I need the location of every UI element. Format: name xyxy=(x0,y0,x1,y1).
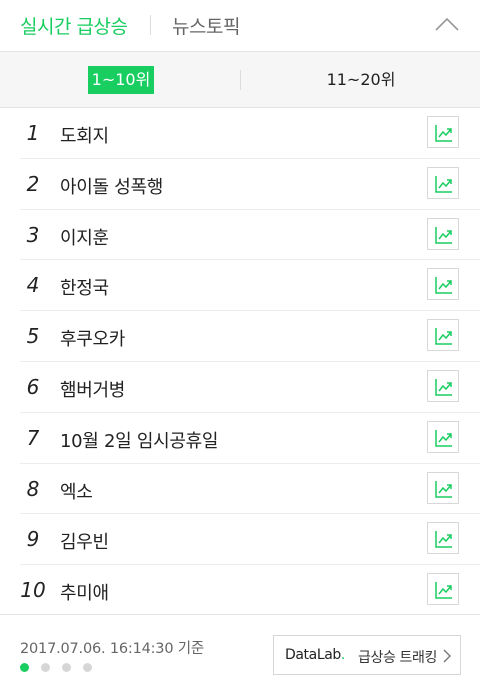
tab-realtime-rising[interactable]: 실시간 급상승 xyxy=(20,12,128,39)
rank-keyword[interactable]: 도회지 xyxy=(60,122,109,148)
trend-chart-icon xyxy=(435,531,452,549)
rank-row[interactable]: 10 추미애 xyxy=(20,565,480,616)
tab-rank-1-10[interactable]: 1~10위 xyxy=(88,66,154,94)
chevron-right-icon xyxy=(443,649,451,663)
tab-rank-11-20[interactable]: 11~20위 xyxy=(318,66,404,94)
rank-row[interactable]: 6 햄버거병 xyxy=(20,362,480,413)
rank-keyword[interactable]: 추미애 xyxy=(60,579,109,605)
rank-number: 3 xyxy=(26,222,40,247)
trend-chart-icon xyxy=(435,175,452,193)
trend-chart-icon xyxy=(435,226,452,244)
collapse-button[interactable] xyxy=(430,10,464,40)
rank-keyword[interactable]: 한정국 xyxy=(60,274,109,300)
tab-news-topic[interactable]: 뉴스토픽 xyxy=(172,12,240,39)
rank-row[interactable]: 5 후쿠오카 xyxy=(20,311,480,362)
trend-chart-icon xyxy=(435,277,452,295)
rank-list: 1 도회지 2 아이돌 성폭행 3 이지훈 4 한정국 5 후쿠오카 6 햄버거병 7 10월 2일 임시… xyxy=(20,108,480,616)
trend-chart-icon xyxy=(435,480,452,498)
trend-chart-button[interactable] xyxy=(427,471,459,504)
datalab-label: 급상승 트래킹 xyxy=(358,650,437,666)
trend-chart-icon xyxy=(435,582,452,599)
pagination-dot[interactable] xyxy=(20,663,29,672)
rank-number: 7 xyxy=(26,425,40,450)
rank-row[interactable]: 2 아이돌 성폭행 xyxy=(20,159,480,210)
trend-chart-button[interactable] xyxy=(427,217,459,250)
trend-chart-icon xyxy=(435,378,452,396)
rank-keyword[interactable]: 후쿠오카 xyxy=(60,325,125,351)
pagination-dot[interactable] xyxy=(83,663,92,672)
trend-chart-button[interactable] xyxy=(427,420,459,453)
update-timestamp: 2017.07.06. 16:14:30 기준 xyxy=(20,641,205,657)
rank-row[interactable]: 9 김우빈 xyxy=(20,514,480,566)
rank-number: 1 xyxy=(26,121,40,145)
rank-number: 8 xyxy=(26,476,40,501)
rank-number: 5 xyxy=(26,324,40,349)
rank-keyword[interactable]: 이지훈 xyxy=(60,224,109,250)
tab-divider xyxy=(150,15,151,35)
chevron-up-icon xyxy=(435,17,459,31)
rank-row[interactable]: 8 엑소 xyxy=(20,464,480,515)
rank-number: 10 xyxy=(20,578,46,603)
trend-chart-button[interactable] xyxy=(427,319,459,352)
pagination-dot[interactable] xyxy=(41,663,50,672)
rank-row[interactable]: 3 이지훈 xyxy=(20,210,480,261)
rank-keyword[interactable]: 엑소 xyxy=(60,478,93,504)
pagination-dot[interactable] xyxy=(62,663,71,672)
datalab-logo: DataLab. xyxy=(285,647,345,663)
rank-keyword[interactable]: 김우빈 xyxy=(60,528,109,554)
rank-number: 4 xyxy=(26,273,40,298)
trend-chart-icon xyxy=(435,429,452,447)
trend-chart-icon xyxy=(435,328,452,345)
rank-number: 6 xyxy=(26,374,40,399)
rank-keyword[interactable]: 10월 2일 임시공휴일 xyxy=(60,427,218,453)
trend-chart-button[interactable] xyxy=(427,268,459,301)
footer: 2017.07.06. 16:14:30 기준 DataLab. 급상승 트래킹 xyxy=(0,614,480,692)
rank-keyword[interactable]: 햄버거병 xyxy=(60,376,125,402)
rank-row[interactable]: 1 도회지 xyxy=(20,108,480,159)
rank-row[interactable]: 4 한정국 xyxy=(20,260,480,312)
datalab-rising-tracking-button[interactable]: DataLab. 급상승 트래킹 xyxy=(273,635,461,675)
rank-row[interactable]: 7 10월 2일 임시공휴일 xyxy=(20,413,480,464)
trend-chart-button[interactable] xyxy=(427,116,459,148)
trend-chart-button[interactable] xyxy=(427,166,459,199)
trend-chart-icon xyxy=(435,125,452,142)
header: 실시간 급상승 뉴스토픽 xyxy=(0,0,480,52)
trend-chart-button[interactable] xyxy=(427,369,459,402)
rank-keyword[interactable]: 아이돌 성폭행 xyxy=(60,173,163,199)
range-divider xyxy=(240,70,241,90)
trend-chart-button[interactable] xyxy=(427,573,459,606)
rank-number: 2 xyxy=(26,171,40,196)
trend-chart-button[interactable] xyxy=(427,522,459,555)
rank-range-tabs: 1~10위 11~20위 xyxy=(0,52,480,108)
rank-number: 9 xyxy=(26,527,40,552)
